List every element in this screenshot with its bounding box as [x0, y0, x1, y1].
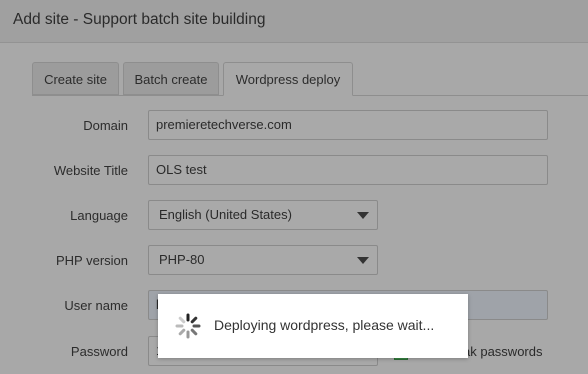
loading-spinner-icon [175, 313, 201, 339]
add-site-dialog: Add site - Support batch site building C… [0, 0, 588, 374]
language-label: Language [70, 208, 128, 223]
php-version-label: PHP version [55, 253, 128, 268]
language-selected-value: English (United States) [159, 207, 292, 222]
tab-wordpress-deploy[interactable]: Wordpress deploy [223, 62, 353, 96]
tab-create-site[interactable]: Create site [32, 62, 119, 95]
dialog-title: Add site - Support batch site building [13, 11, 266, 28]
tab-batch-create[interactable]: Batch create [123, 62, 219, 95]
php-version-select[interactable]: PHP-80 [148, 245, 378, 275]
loading-message: Deploying wordpress, please wait... [214, 317, 435, 333]
website-title-row: Website Title OLS test [0, 155, 588, 187]
php-version-row: PHP version PHP-80 [0, 245, 588, 277]
website-title-label: Website Title [53, 163, 128, 178]
user-name-label: User name [64, 298, 128, 313]
domain-label: Domain [83, 118, 128, 133]
language-row: Language English (United States) [0, 200, 588, 232]
loading-popup: Deploying wordpress, please wait... [158, 294, 468, 358]
password-label: Password [70, 344, 128, 359]
chevron-down-icon [357, 212, 369, 219]
domain-row: Domain premieretechverse.com [0, 110, 588, 142]
website-title-input[interactable]: OLS test [148, 155, 548, 185]
domain-input[interactable]: premieretechverse.com [148, 110, 548, 140]
php-version-selected-value: PHP-80 [159, 252, 205, 267]
chevron-down-icon [357, 257, 369, 264]
language-select[interactable]: English (United States) [148, 200, 378, 230]
dialog-title-bar: Add site - Support batch site building [0, 0, 588, 43]
tab-bar: Create site Batch create Wordpress deplo… [32, 62, 588, 96]
weak-passwords-label: ak passwords [463, 344, 543, 359]
